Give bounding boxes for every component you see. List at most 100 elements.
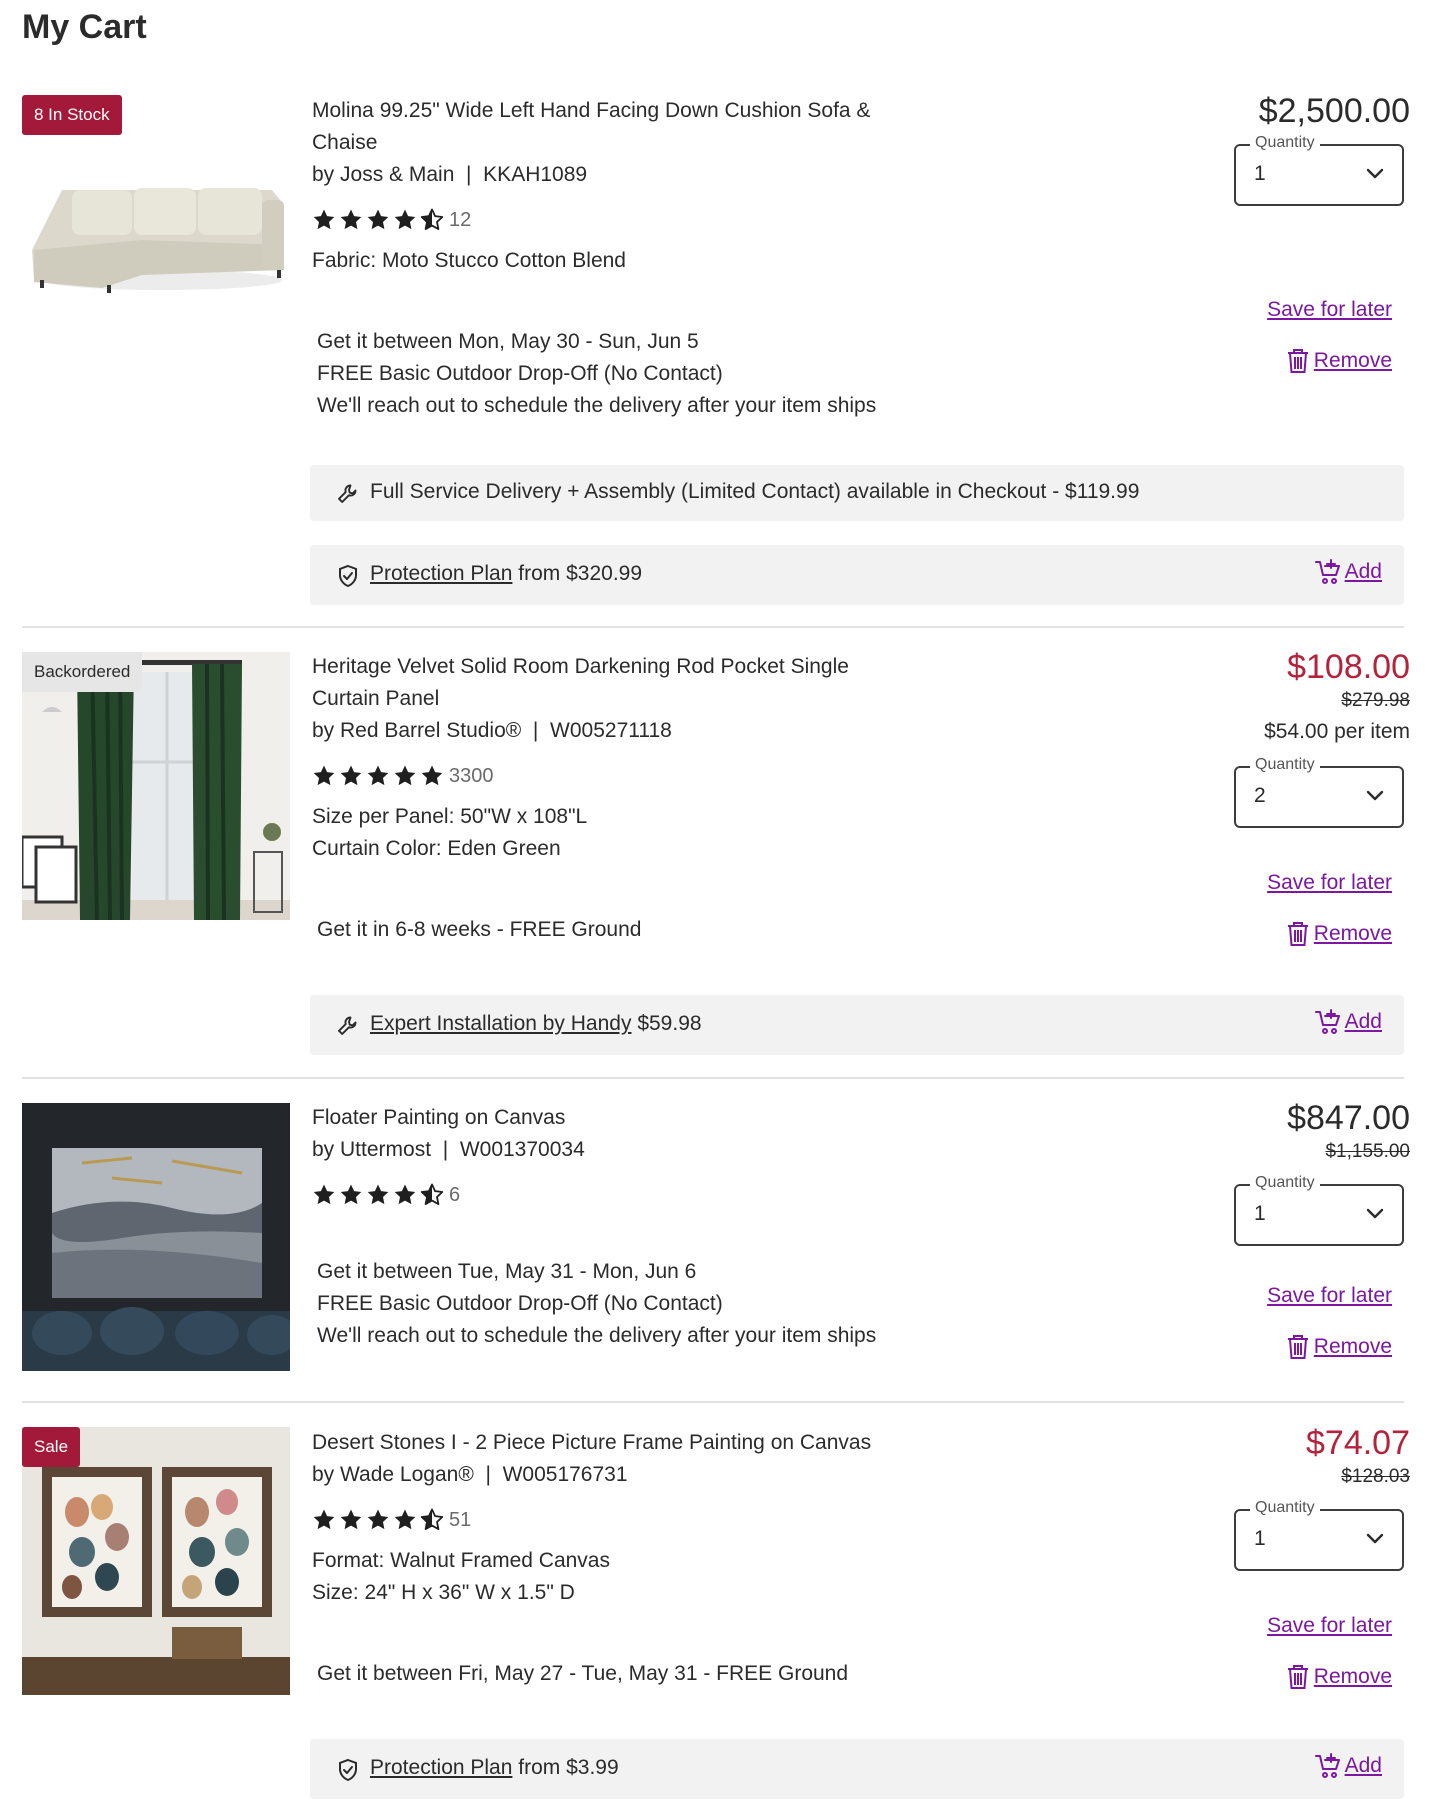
save-for-later-link[interactable]: Save for later <box>1267 298 1392 322</box>
review-count[interactable]: 3300 <box>449 765 494 788</box>
product-option: Size per Panel: 50"W x 108"L <box>312 805 588 828</box>
remove-label: Remove <box>1313 1665 1392 1688</box>
add-protection-button[interactable]: Add <box>1315 1753 1382 1779</box>
star-half-icon <box>420 1508 444 1532</box>
stock-badge: 8 In Stock <box>22 95 122 135</box>
installation-link[interactable]: Expert Installation by Handy <box>370 1012 631 1035</box>
shipping-line: Get it between Fri, May 27 - Tue, May 31… <box>317 1662 849 1685</box>
quantity-label: Quantity <box>1250 1174 1320 1192</box>
star-icon <box>339 208 363 232</box>
chevron-down-icon <box>1366 168 1384 180</box>
trash-icon <box>1286 1334 1310 1360</box>
add-protection-button[interactable]: Add <box>1315 559 1382 585</box>
review-count[interactable]: 6 <box>449 1184 460 1207</box>
star-icon <box>366 1508 390 1532</box>
quantity-select[interactable]: Quantity 2 <box>1234 756 1404 828</box>
add-installation-button[interactable]: Add <box>1315 1009 1382 1035</box>
quantity-value: 1 <box>1254 1202 1266 1225</box>
trash-icon <box>1286 348 1310 374</box>
shipping-line: Get it in 6-8 weeks - FREE Ground <box>317 918 642 941</box>
rating-stars[interactable]: 3300 <box>312 762 494 790</box>
product-name[interactable]: Heritage Velvet Solid Room Darkening Rod… <box>312 651 849 715</box>
item-price: $74.07 <box>1306 1424 1410 1462</box>
product-name[interactable]: Desert Stones I - 2 Piece Picture Frame … <box>312 1427 871 1459</box>
protection-plan-link[interactable]: Protection Plan <box>370 1756 512 1779</box>
remove-button[interactable]: Remove <box>1286 348 1392 374</box>
item-price: $2,500.00 <box>1258 92 1410 130</box>
quantity-select[interactable]: Quantity 1 <box>1234 1174 1404 1246</box>
shipping-line: FREE Basic Outdoor Drop-Off (No Contact) <box>317 1292 723 1315</box>
add-label: Add <box>1344 1754 1382 1777</box>
star-icon <box>366 1183 390 1207</box>
quantity-select[interactable]: Quantity 1 <box>1234 134 1404 206</box>
star-icon <box>339 764 363 788</box>
product-name-line1[interactable]: Heritage Velvet Solid Room Darkening Rod… <box>312 651 849 683</box>
product-name-line1[interactable]: Desert Stones I - 2 Piece Picture Frame … <box>312 1427 871 1459</box>
rating-stars[interactable]: 51 <box>312 1506 471 1534</box>
cart-add-icon <box>1315 1753 1343 1779</box>
shield-check-icon <box>336 564 360 588</box>
original-price: $279.98 <box>1341 690 1410 711</box>
product-name[interactable]: Molina 99.25" Wide Left Hand Facing Down… <box>312 95 870 159</box>
protection-plan-price: from $3.99 <box>518 1756 619 1779</box>
service-banner-text: Full Service Delivery + Assembly (Limite… <box>370 480 1140 503</box>
product-name-line1[interactable]: Floater Painting on Canvas <box>312 1102 565 1134</box>
product-option: Size: 24" H x 36" W x 1.5" D <box>312 1581 575 1604</box>
brand-sku: by Joss & Main | KKAH1089 <box>312 163 588 186</box>
remove-label: Remove <box>1313 349 1392 372</box>
protection-plan-banner: Protection Plan from $3.99 Add <box>310 1739 1404 1799</box>
protection-plan-text: Protection Plan from $320.99 <box>370 562 642 586</box>
cart-add-icon <box>1315 559 1343 585</box>
divider <box>22 626 1404 628</box>
original-price: $1,155.00 <box>1325 1141 1410 1162</box>
product-name[interactable]: Floater Painting on Canvas <box>312 1102 565 1134</box>
star-icon <box>339 1183 363 1207</box>
quantity-label: Quantity <box>1250 1499 1320 1517</box>
save-for-later-link[interactable]: Save for later <box>1267 1284 1392 1308</box>
divider <box>22 1401 1404 1403</box>
star-icon <box>393 1508 417 1532</box>
product-option: Fabric: Moto Stucco Cotton Blend <box>312 249 626 272</box>
product-name-line2[interactable]: Chaise <box>312 127 870 159</box>
save-for-later-link[interactable]: Save for later <box>1267 871 1392 895</box>
product-image[interactable] <box>22 652 290 920</box>
review-count[interactable]: 51 <box>449 1509 471 1532</box>
review-count[interactable]: 12 <box>449 209 471 232</box>
star-icon <box>393 208 417 232</box>
remove-button[interactable]: Remove <box>1286 921 1392 947</box>
original-price: $128.03 <box>1341 1466 1410 1487</box>
star-half-icon <box>420 1183 444 1207</box>
product-image[interactable] <box>22 1427 290 1695</box>
star-icon <box>312 208 336 232</box>
shipping-info: Get it between Mon, May 30 - Sun, Jun 5 … <box>317 326 876 422</box>
quantity-select[interactable]: Quantity 1 <box>1234 1499 1404 1571</box>
cart-add-icon <box>1315 1009 1343 1035</box>
page-title: My Cart <box>22 8 147 46</box>
star-icon <box>312 1183 336 1207</box>
shipping-line: Get it between Mon, May 30 - Sun, Jun 5 <box>317 330 699 353</box>
remove-label: Remove <box>1313 922 1392 945</box>
wrench-icon <box>336 1014 360 1038</box>
backordered-badge: Backordered <box>22 652 143 692</box>
remove-button[interactable]: Remove <box>1286 1334 1392 1360</box>
quantity-label: Quantity <box>1250 756 1320 774</box>
star-icon <box>339 1508 363 1532</box>
shipping-line: We'll reach out to schedule the delivery… <box>317 1324 877 1347</box>
shipping-info: Get it between Tue, May 31 - Mon, Jun 6 … <box>317 1256 876 1352</box>
chevron-down-icon <box>1366 1208 1384 1220</box>
product-name-line1[interactable]: Molina 99.25" Wide Left Hand Facing Down… <box>312 95 870 127</box>
item-price: $108.00 <box>1287 648 1410 686</box>
quantity-value: 2 <box>1254 784 1266 807</box>
star-icon <box>393 1183 417 1207</box>
sale-badge: Sale <box>22 1427 81 1467</box>
remove-button[interactable]: Remove <box>1286 1664 1392 1690</box>
protection-plan-link[interactable]: Protection Plan <box>370 562 512 585</box>
installation-banner: Expert Installation by Handy $59.98 Add <box>310 995 1404 1055</box>
rating-stars[interactable]: 12 <box>312 206 471 234</box>
product-image[interactable] <box>22 110 290 310</box>
save-for-later-link[interactable]: Save for later <box>1267 1614 1392 1638</box>
product-image[interactable] <box>22 1103 290 1371</box>
rating-stars[interactable]: 6 <box>312 1181 460 1209</box>
product-name-line2[interactable]: Curtain Panel <box>312 683 849 715</box>
trash-icon <box>1286 921 1310 947</box>
